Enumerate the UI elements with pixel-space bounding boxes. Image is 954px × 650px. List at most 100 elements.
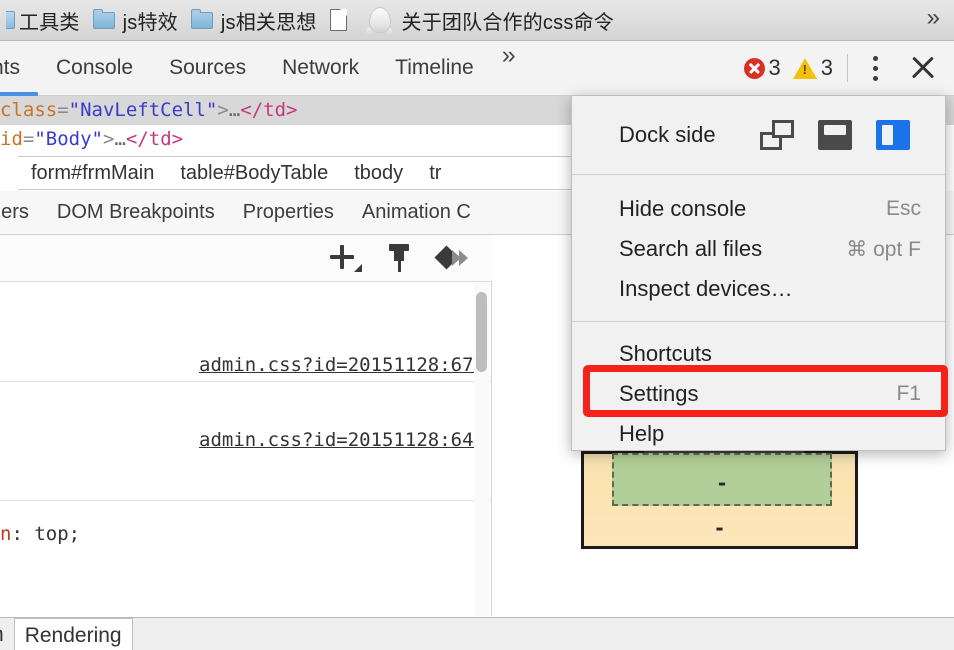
styles-pane: admin.css?id=20151128:678 admin.css?id=2… (0, 282, 492, 616)
tab-network[interactable]: Network (264, 41, 377, 96)
breadcrumb-item-tbody[interactable]: tbody (341, 162, 416, 185)
menu-item-label: Shortcuts (619, 341, 712, 366)
menu-item-inspect-devices[interactable]: Inspect devices… (572, 269, 945, 309)
box-model-content-box[interactable]: - (612, 453, 832, 506)
menu-item-shortcut: Esc (885, 197, 921, 220)
bookmark-label: 工具类 (19, 11, 80, 34)
tabs-overflow-icon[interactable]: » (492, 41, 526, 96)
tab-elements[interactable]: nts (0, 41, 39, 96)
bookmark-label: js特效 (122, 11, 178, 34)
bookmark-label: js相关思想 (220, 11, 317, 34)
box-model-content-value[interactable]: - (716, 471, 728, 495)
more-options-icon[interactable] (862, 55, 888, 81)
menu-item-shortcut: F1 (896, 382, 921, 405)
subtab-animation-control[interactable]: Animation C (348, 201, 485, 224)
dock-side-options (759, 120, 910, 150)
bookmark-label: 关于团队合作的css命令 (401, 11, 614, 34)
tab-sources[interactable]: Sources (151, 41, 264, 96)
box-model-padding-box[interactable]: - - (581, 451, 858, 549)
style-rule[interactable]: admin.css?id=20151128:643 (0, 382, 491, 501)
menu-item-label: Help (619, 421, 665, 446)
breadcrumb-item-tr[interactable]: tr (416, 162, 454, 185)
warning-count-badge[interactable]: 3 (792, 55, 833, 81)
styles-scrollbar[interactable] (474, 282, 490, 616)
bookmark-item-page[interactable] (326, 5, 362, 35)
bookmark-item-css-article[interactable]: 关于团队合作的css命令 (362, 5, 623, 36)
css-property-value[interactable]: : top; (11, 523, 80, 545)
qq-icon (364, 5, 393, 36)
folder-icon (190, 8, 213, 29)
dock-undock-icon[interactable] (759, 120, 794, 150)
attr-value: "NavLeftCell" (68, 99, 218, 121)
attr-name: class (0, 99, 58, 121)
css-property-name[interactable]: n (0, 523, 11, 545)
tag-close-bracket: > (102, 128, 115, 150)
menu-item-search-all-files[interactable]: Search all files ⌘ opt F (572, 229, 945, 269)
style-rule-source-link[interactable]: admin.css?id=20151128:643 (199, 429, 485, 451)
attr-value: "Body" (34, 128, 103, 150)
error-count: 3 (768, 55, 781, 80)
box-model-padding-value[interactable]: - (713, 516, 725, 540)
styles-pane-toolbar (0, 235, 492, 282)
menu-spacer (572, 322, 945, 334)
menu-item-label: Inspect devices… (619, 276, 793, 301)
new-style-rule-icon[interactable] (330, 244, 362, 272)
style-rule[interactable]: admin.css?id=20151128:678 (0, 282, 491, 382)
menu-item-shortcuts[interactable]: Shortcuts (572, 334, 945, 374)
tab-console[interactable]: Console (38, 41, 151, 96)
close-devtools-icon[interactable] (906, 51, 940, 85)
subtab-dom-breakpoints[interactable]: DOM Breakpoints (43, 201, 229, 224)
menu-item-label: Settings (619, 381, 699, 406)
closing-tag: </td> (240, 99, 298, 121)
collapsed-children-icon[interactable]: … (229, 99, 240, 121)
breadcrumb-item-form[interactable]: form#frmMain (18, 162, 167, 185)
filter-icon[interactable] (434, 244, 472, 272)
bookmark-item-tools[interactable]: 工具类 (2, 5, 89, 35)
menu-spacer (572, 175, 945, 189)
menu-item-help[interactable]: Help (572, 414, 945, 454)
devtools-toolbar: nts Console Sources Network Timeline » 3… (0, 41, 954, 96)
styles-scrollbar-thumb[interactable] (476, 292, 487, 372)
bookmark-item-js-effects[interactable]: js特效 (89, 5, 187, 35)
menu-item-label: Hide console (619, 196, 747, 221)
breadcrumb-item-table[interactable]: table#BodyTable (167, 162, 341, 185)
toolbar-divider (847, 54, 848, 82)
drawer-tab-console[interactable]: n (0, 618, 14, 650)
dock-to-bottom-icon[interactable] (817, 120, 852, 150)
closing-tag: </td> (125, 128, 184, 150)
devtools-tab-strip: nts Console Sources Network Timeline » (0, 41, 526, 96)
error-count-badge[interactable]: 3 (743, 55, 781, 81)
attr-equals: = (22, 128, 35, 150)
pin-icon[interactable] (386, 243, 412, 273)
dock-side-label: Dock side (619, 122, 716, 147)
subtab-event-listeners[interactable]: ners (0, 201, 43, 224)
attr-equals: = (57, 99, 69, 121)
bookmarks-overflow-icon[interactable]: » (919, 4, 954, 36)
menu-spacer (572, 309, 945, 321)
menu-item-label: Search all files (619, 236, 763, 261)
dock-side-row: Dock side (572, 96, 945, 174)
folder-icon (92, 8, 115, 29)
toolbar-right-controls: 3 3 (743, 51, 954, 85)
drawer-tab-rendering[interactable]: Rendering (13, 617, 133, 650)
dock-to-right-icon[interactable] (875, 120, 910, 150)
menu-item-hide-console[interactable]: Hide console Esc (572, 189, 945, 229)
folder-icon-partial (6, 11, 15, 29)
style-declaration-row[interactable]: n: top; (0, 501, 491, 601)
collapsed-children-icon[interactable]: … (114, 128, 125, 150)
warning-icon (792, 57, 817, 79)
devtools-screenshot: 工具类 js特效 js相关思想 关于团队合作的css命令 » nts Conso… (0, 0, 954, 650)
error-icon (743, 57, 765, 79)
warning-count: 3 (820, 55, 833, 80)
menu-item-settings[interactable]: Settings F1 (572, 374, 945, 414)
menu-item-shortcut: ⌘ opt F (846, 237, 921, 261)
subtab-properties[interactable]: Properties (229, 201, 348, 224)
bookmarks-bar: 工具类 js特效 js相关思想 关于团队合作的css命令 » (0, 0, 954, 41)
page-icon (329, 9, 347, 31)
breadcrumb: form#frmMain table#BodyTable tbody tr (18, 156, 584, 190)
bookmark-item-js-concepts[interactable]: js相关思想 (187, 5, 326, 35)
style-rule-source-link[interactable]: admin.css?id=20151128:678 (199, 354, 485, 376)
tab-timeline[interactable]: Timeline (377, 41, 492, 96)
devtools-main-menu: Dock side Hide console Esc Search all fi… (571, 96, 946, 451)
tag-close-bracket: > (217, 99, 229, 121)
